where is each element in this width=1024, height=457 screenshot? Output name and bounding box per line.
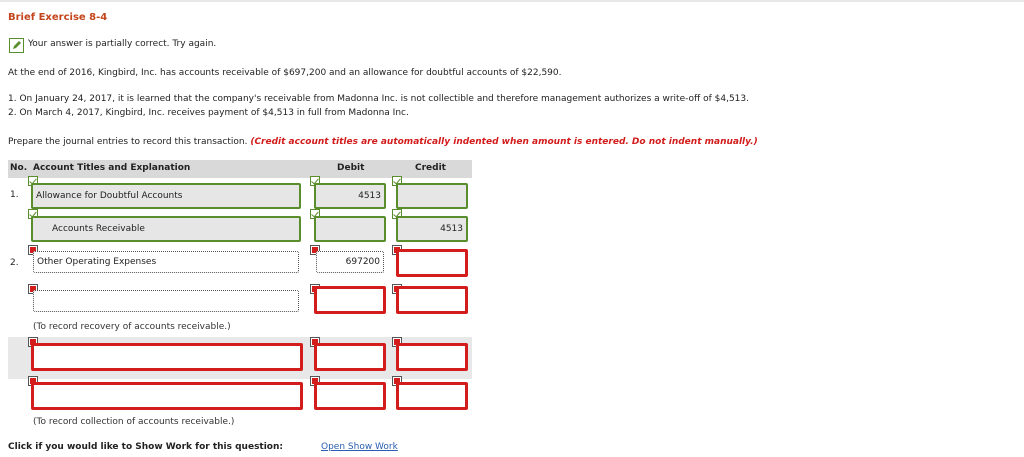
entry-1-debit-1-value: 4513 [358,191,381,201]
entry-2-credit-1-input[interactable] [396,249,468,277]
entry-2-explanation-2: (To record collection of accounts receiv… [33,417,235,427]
instruction-text: Prepare the journal entries to record th… [8,137,248,147]
entry-2-explanation-1: (To record recovery of accounts receivab… [33,322,231,332]
exercise-title: Brief Exercise 8-4 [8,12,108,23]
column-header-no: No. [10,163,28,173]
problem-statement: At the end of 2016, Kingbird, Inc. has a… [8,68,562,78]
entry-1-account-2-input[interactable]: Accounts Receivable [31,216,301,242]
entry-2-credit-2-input[interactable] [396,286,468,314]
entry-2-debit-1-value: 697200 [345,257,380,267]
entry-1-debit-1-input[interactable]: 4513 [314,183,386,209]
partially-correct-icon [9,38,24,53]
column-header-debit: Debit [337,163,365,173]
column-header-account: Account Titles and Explanation [33,163,191,173]
entry-1-credit-1-input[interactable] [396,183,468,209]
entry-2-account-1-value: Other Operating Expenses [37,257,157,267]
entry-2-debit-1-input[interactable]: 697200 [316,251,384,273]
entry-2-debit-2-input[interactable] [314,286,386,314]
entry-2-account-3-input[interactable] [31,343,303,371]
entry-1-debit-2-input[interactable] [314,216,386,242]
top-divider [0,0,1024,2]
transaction-item-2: 2. On March 4, 2017, Kingbird, Inc. rece… [8,108,409,118]
instruction-note: (Credit account titles are automatically… [250,137,758,147]
entry-1-account-1-value: Allowance for Doubtful Accounts [36,191,183,201]
entry-1-account-1-input[interactable]: Allowance for Doubtful Accounts [31,183,301,209]
entry-2-account-4-input[interactable] [31,382,303,410]
entry-2-credit-3-input[interactable] [396,343,468,371]
entry-2-credit-4-input[interactable] [396,382,468,410]
status-message: Your answer is partially correct. Try ag… [28,39,217,49]
entry-1-number: 1. [10,190,19,200]
entry-1-account-2-value: Accounts Receivable [52,224,145,234]
open-show-work-link[interactable]: Open Show Work [321,442,398,452]
entry-2-number: 2. [10,258,19,268]
entry-2-debit-3-input[interactable] [314,343,386,371]
show-work-prompt: Click if you would like to Show Work for… [8,442,283,452]
entry-1-credit-2-input[interactable]: 4513 [396,216,468,242]
entry-2-account-2-input[interactable] [33,290,299,312]
column-header-credit: Credit [415,163,446,173]
transaction-item-1: 1. On January 24, 2017, it is learned th… [8,94,749,104]
entry-1-credit-2-value: 4513 [440,224,463,234]
entry-2-debit-4-input[interactable] [314,382,386,410]
entry-2-account-1-input[interactable]: Other Operating Expenses [33,251,299,273]
instructions: Prepare the journal entries to record th… [8,137,758,147]
